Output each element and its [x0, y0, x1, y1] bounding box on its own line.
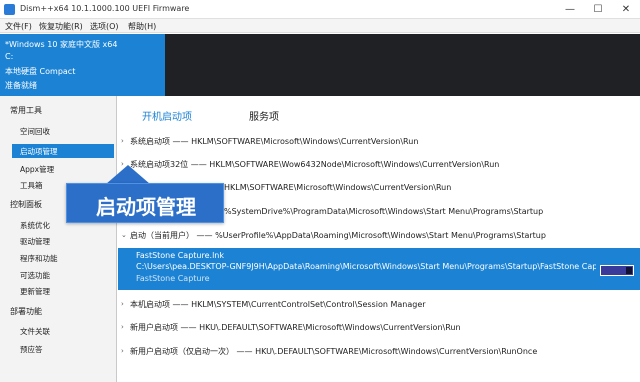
sidebar-item-update-manager[interactable]: 更新管理 — [20, 286, 50, 297]
tab-services[interactable]: 服务项 — [249, 108, 279, 123]
session-info-panel[interactable]: *Windows 10 家庭中文版 x64 C: 本地硬盘 Compact 准备… — [0, 34, 165, 96]
callout-pointer — [106, 165, 150, 184]
startup-group-label: 系统启动项 —— HKLM\SOFTWARE\Microsoft\Windows… — [130, 137, 419, 146]
sidebar-item-file-association[interactable]: 文件关联 — [20, 326, 50, 337]
chevron-right-icon: › — [121, 137, 124, 145]
app-icon — [4, 4, 15, 15]
menu-bar: 文件(F) 恢复功能(R) 选项(O) 帮助(H) — [0, 19, 640, 33]
startup-group-row[interactable]: ⌄ 启动（当前用户） —— %UserProfile%\AppData\Roam… — [118, 225, 640, 247]
sidebar-item-optional-features[interactable]: 可选功能 — [20, 270, 50, 281]
maximize-button[interactable]: ☐ — [584, 2, 612, 17]
startup-group-label: 新用户启动项 —— HKU\.DEFAULT\SOFTWARE\Microsof… — [130, 323, 461, 332]
title-bar: Dism++x64 10.1.1000.100 UEFI Firmware — … — [0, 0, 640, 19]
sidebar-item-driver-manager[interactable]: 驱动管理 — [20, 236, 50, 247]
sidebar-section-deployment: 部署功能 — [10, 307, 42, 316]
main-panel: 开机启动项 服务项 › 系统启动项 —— HKLM\SOFTWARE\Micro… — [118, 96, 640, 382]
header-dark-band — [165, 34, 640, 96]
sidebar-item-programs-features[interactable]: 程序和功能 — [20, 253, 58, 264]
sidebar-item-system-optimize[interactable]: 系统优化 — [20, 220, 50, 231]
menu-options[interactable]: 选项(O) — [90, 21, 119, 32]
tab-startup-items[interactable]: 开机启动项 — [142, 108, 192, 123]
sidebar-item-toolbox[interactable]: 工具箱 — [20, 180, 43, 191]
minimize-button[interactable]: — — [556, 2, 584, 17]
sidebar-item-appx[interactable]: Appx管理 — [20, 164, 54, 175]
status-text: 准备就绪 — [5, 81, 37, 90]
close-button[interactable]: ✕ — [612, 2, 640, 17]
startup-group-label: 系统启动项32位 —— HKLM\SOFTWARE\Wow6432Node\Mi… — [130, 160, 500, 169]
entry-enable-toggle[interactable] — [600, 265, 634, 276]
callout-banner: 启动项管理 — [66, 183, 224, 223]
sidebar-section-common-tools: 常用工具 — [10, 106, 42, 115]
chevron-right-icon: › — [121, 300, 124, 308]
startup-group-label: 本机启动项 —— HKLM\SYSTEM\CurrentControlSet\C… — [130, 300, 426, 309]
disk-type: 本地硬盘 Compact — [5, 67, 76, 76]
chevron-right-icon: › — [121, 347, 124, 355]
startup-group-label: HKLM\SOFTWARE\Microsoft\Windows\CurrentV… — [224, 183, 452, 192]
os-name: *Windows 10 家庭中文版 x64 — [5, 40, 118, 49]
toggle-knob — [626, 267, 632, 274]
startup-entry-selected[interactable]: FastStone Capture.lnk C:\Users\pea.DESKT… — [118, 248, 640, 290]
startup-group-label: %SystemDrive%\ProgramData\Microsoft\Wind… — [224, 207, 544, 216]
sidebar-section-control-panel: 控制面板 — [10, 200, 42, 209]
chevron-right-icon: › — [121, 323, 124, 331]
startup-group-row[interactable]: › 系统启动项32位 —— HKLM\SOFTWARE\Wow6432Node\… — [118, 154, 640, 176]
sidebar-item-pre-answer[interactable]: 预应答 — [20, 344, 43, 355]
menu-file[interactable]: 文件(F) — [5, 21, 32, 32]
callout-text: 启动项管理 — [96, 195, 196, 219]
startup-group-row[interactable]: › 新用户启动项 —— HKU\.DEFAULT\SOFTWARE\Micros… — [118, 317, 640, 339]
chevron-down-icon: ⌄ — [121, 231, 127, 239]
menu-help[interactable]: 帮助(H) — [128, 21, 156, 32]
window-title: Dism++x64 10.1.1000.100 UEFI Firmware — [20, 4, 190, 13]
menu-restore[interactable]: 恢复功能(R) — [39, 21, 83, 32]
sidebar: 常用工具 空间回收 启动项管理 Appx管理 工具箱 控制面板 系统优化 驱动管… — [0, 96, 117, 382]
startup-group-label: 启动（当前用户） —— %UserProfile%\AppData\Roamin… — [130, 231, 546, 240]
entry-name: FastStone Capture.lnk — [136, 251, 224, 260]
entry-description: FastStone Capture — [136, 274, 210, 283]
sidebar-item-startup-manager[interactable]: 启动项管理 — [20, 146, 58, 157]
startup-group-row[interactable]: › 新用户启动项（仅启动一次） —— HKU\.DEFAULT\SOFTWARE… — [118, 341, 640, 363]
startup-group-row[interactable]: › 系统启动项 —— HKLM\SOFTWARE\Microsoft\Windo… — [118, 131, 640, 153]
startup-group-label: 新用户启动项（仅启动一次） —— HKU\.DEFAULT\SOFTWARE\M… — [130, 347, 538, 356]
entry-path: C:\Users\pea.DESKTOP-GNF9J9H\AppData\Roa… — [136, 262, 596, 271]
startup-group-row[interactable]: › 本机启动项 —— HKLM\SYSTEM\CurrentControlSet… — [118, 294, 640, 316]
sidebar-item-space-reclaim[interactable]: 空间回收 — [20, 126, 50, 137]
drive-letter: C: — [5, 52, 14, 61]
